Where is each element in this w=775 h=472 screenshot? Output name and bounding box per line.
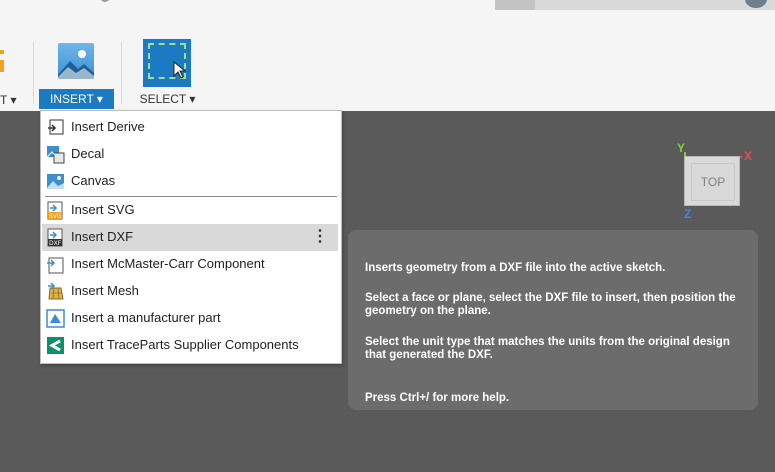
menu-item-label: Insert a manufacturer part [71, 310, 221, 325]
menu-item-insert-traceparts[interactable]: Insert TraceParts Supplier Components [42, 332, 338, 359]
menu-item-label: Insert SVG [71, 202, 135, 217]
decal-icon [46, 145, 65, 164]
menu-item-label: Insert DXF [71, 229, 134, 244]
tooltip-unit-note: Select the unit type that matches the un… [365, 336, 730, 361]
menu-item-label: Insert Derive [71, 119, 145, 134]
mesh-icon [46, 282, 65, 301]
view-cube[interactable]: TOP [684, 156, 740, 206]
tooltip-instruction: Select a face or plane, select the DXF f… [365, 292, 736, 317]
tooltip-description: Inserts geometry from a DXF file into th… [365, 262, 666, 274]
menu-item-label: Insert TraceParts Supplier Components [71, 337, 299, 352]
menu-item-insert-dxf[interactable]: DXF Insert DXF ⋮ [42, 224, 338, 251]
select-tool-icon[interactable] [143, 39, 191, 87]
menu-item-label: Insert McMaster-Carr Component [71, 256, 265, 271]
menu-item-label: Insert Mesh [71, 283, 139, 298]
insert-dxf-tooltip: Inserts geometry from a DXF file into th… [348, 230, 758, 410]
ribbon-separator [121, 42, 122, 104]
top-search-bar[interactable] [495, 0, 775, 10]
view-cube-top-face[interactable]: TOP [691, 163, 735, 201]
menu-item-label: Decal [71, 146, 105, 161]
canvas-icon [46, 172, 65, 191]
menu-item-insert-derive[interactable]: Insert Derive [42, 114, 338, 141]
manufacturer-part-icon [46, 309, 65, 328]
dxf-icon: DXF [46, 228, 65, 247]
more-options-icon[interactable]: ⋮ [312, 226, 328, 246]
cursor-arrow-icon [173, 61, 187, 79]
select-dropdown-button[interactable]: SELECT ▾ [130, 89, 205, 109]
svg-text:SVG: SVG [49, 213, 62, 220]
insert-dropdown-button[interactable]: INSERT ▾ [39, 89, 114, 109]
image-icon[interactable] [58, 43, 94, 79]
y-axis-label: Y [677, 141, 686, 155]
partial-tool-icon[interactable] [0, 50, 6, 76]
derive-icon [46, 118, 65, 137]
ribbon-separator [33, 42, 34, 104]
toolbar-ribbon [0, 30, 775, 111]
menu-item-insert-manufacturer-part[interactable]: Insert a manufacturer part [42, 305, 338, 332]
svg-icon: SVG [46, 201, 65, 220]
menu-item-label: Canvas [71, 173, 116, 188]
partial-tool-label[interactable]: T ▾ [0, 93, 16, 107]
search-bar-segment [495, 0, 535, 10]
menu-item-decal[interactable]: Decal [42, 141, 338, 168]
menu-item-insert-mesh[interactable]: Insert Mesh [42, 278, 338, 305]
menu-item-canvas[interactable]: Canvas [42, 168, 338, 195]
title-bar [0, 0, 775, 30]
mcmaster-icon [46, 255, 65, 274]
user-avatar[interactable] [745, 0, 767, 8]
menu-item-insert-svg[interactable]: SVG Insert SVG [42, 197, 338, 224]
traceparts-icon [46, 336, 65, 355]
insert-dropdown-menu: Insert Derive Decal Canvas SVG Insert SV… [40, 110, 342, 364]
tooltip-help-hint: Press Ctrl+/ for more help. [365, 392, 510, 404]
z-axis-label: Z [684, 207, 692, 221]
svg-text:DXF: DXF [49, 240, 62, 247]
title-fragment [100, 0, 110, 2]
menu-item-insert-mcmaster[interactable]: Insert McMaster-Carr Component [42, 251, 338, 278]
x-axis-label: X [744, 149, 753, 163]
